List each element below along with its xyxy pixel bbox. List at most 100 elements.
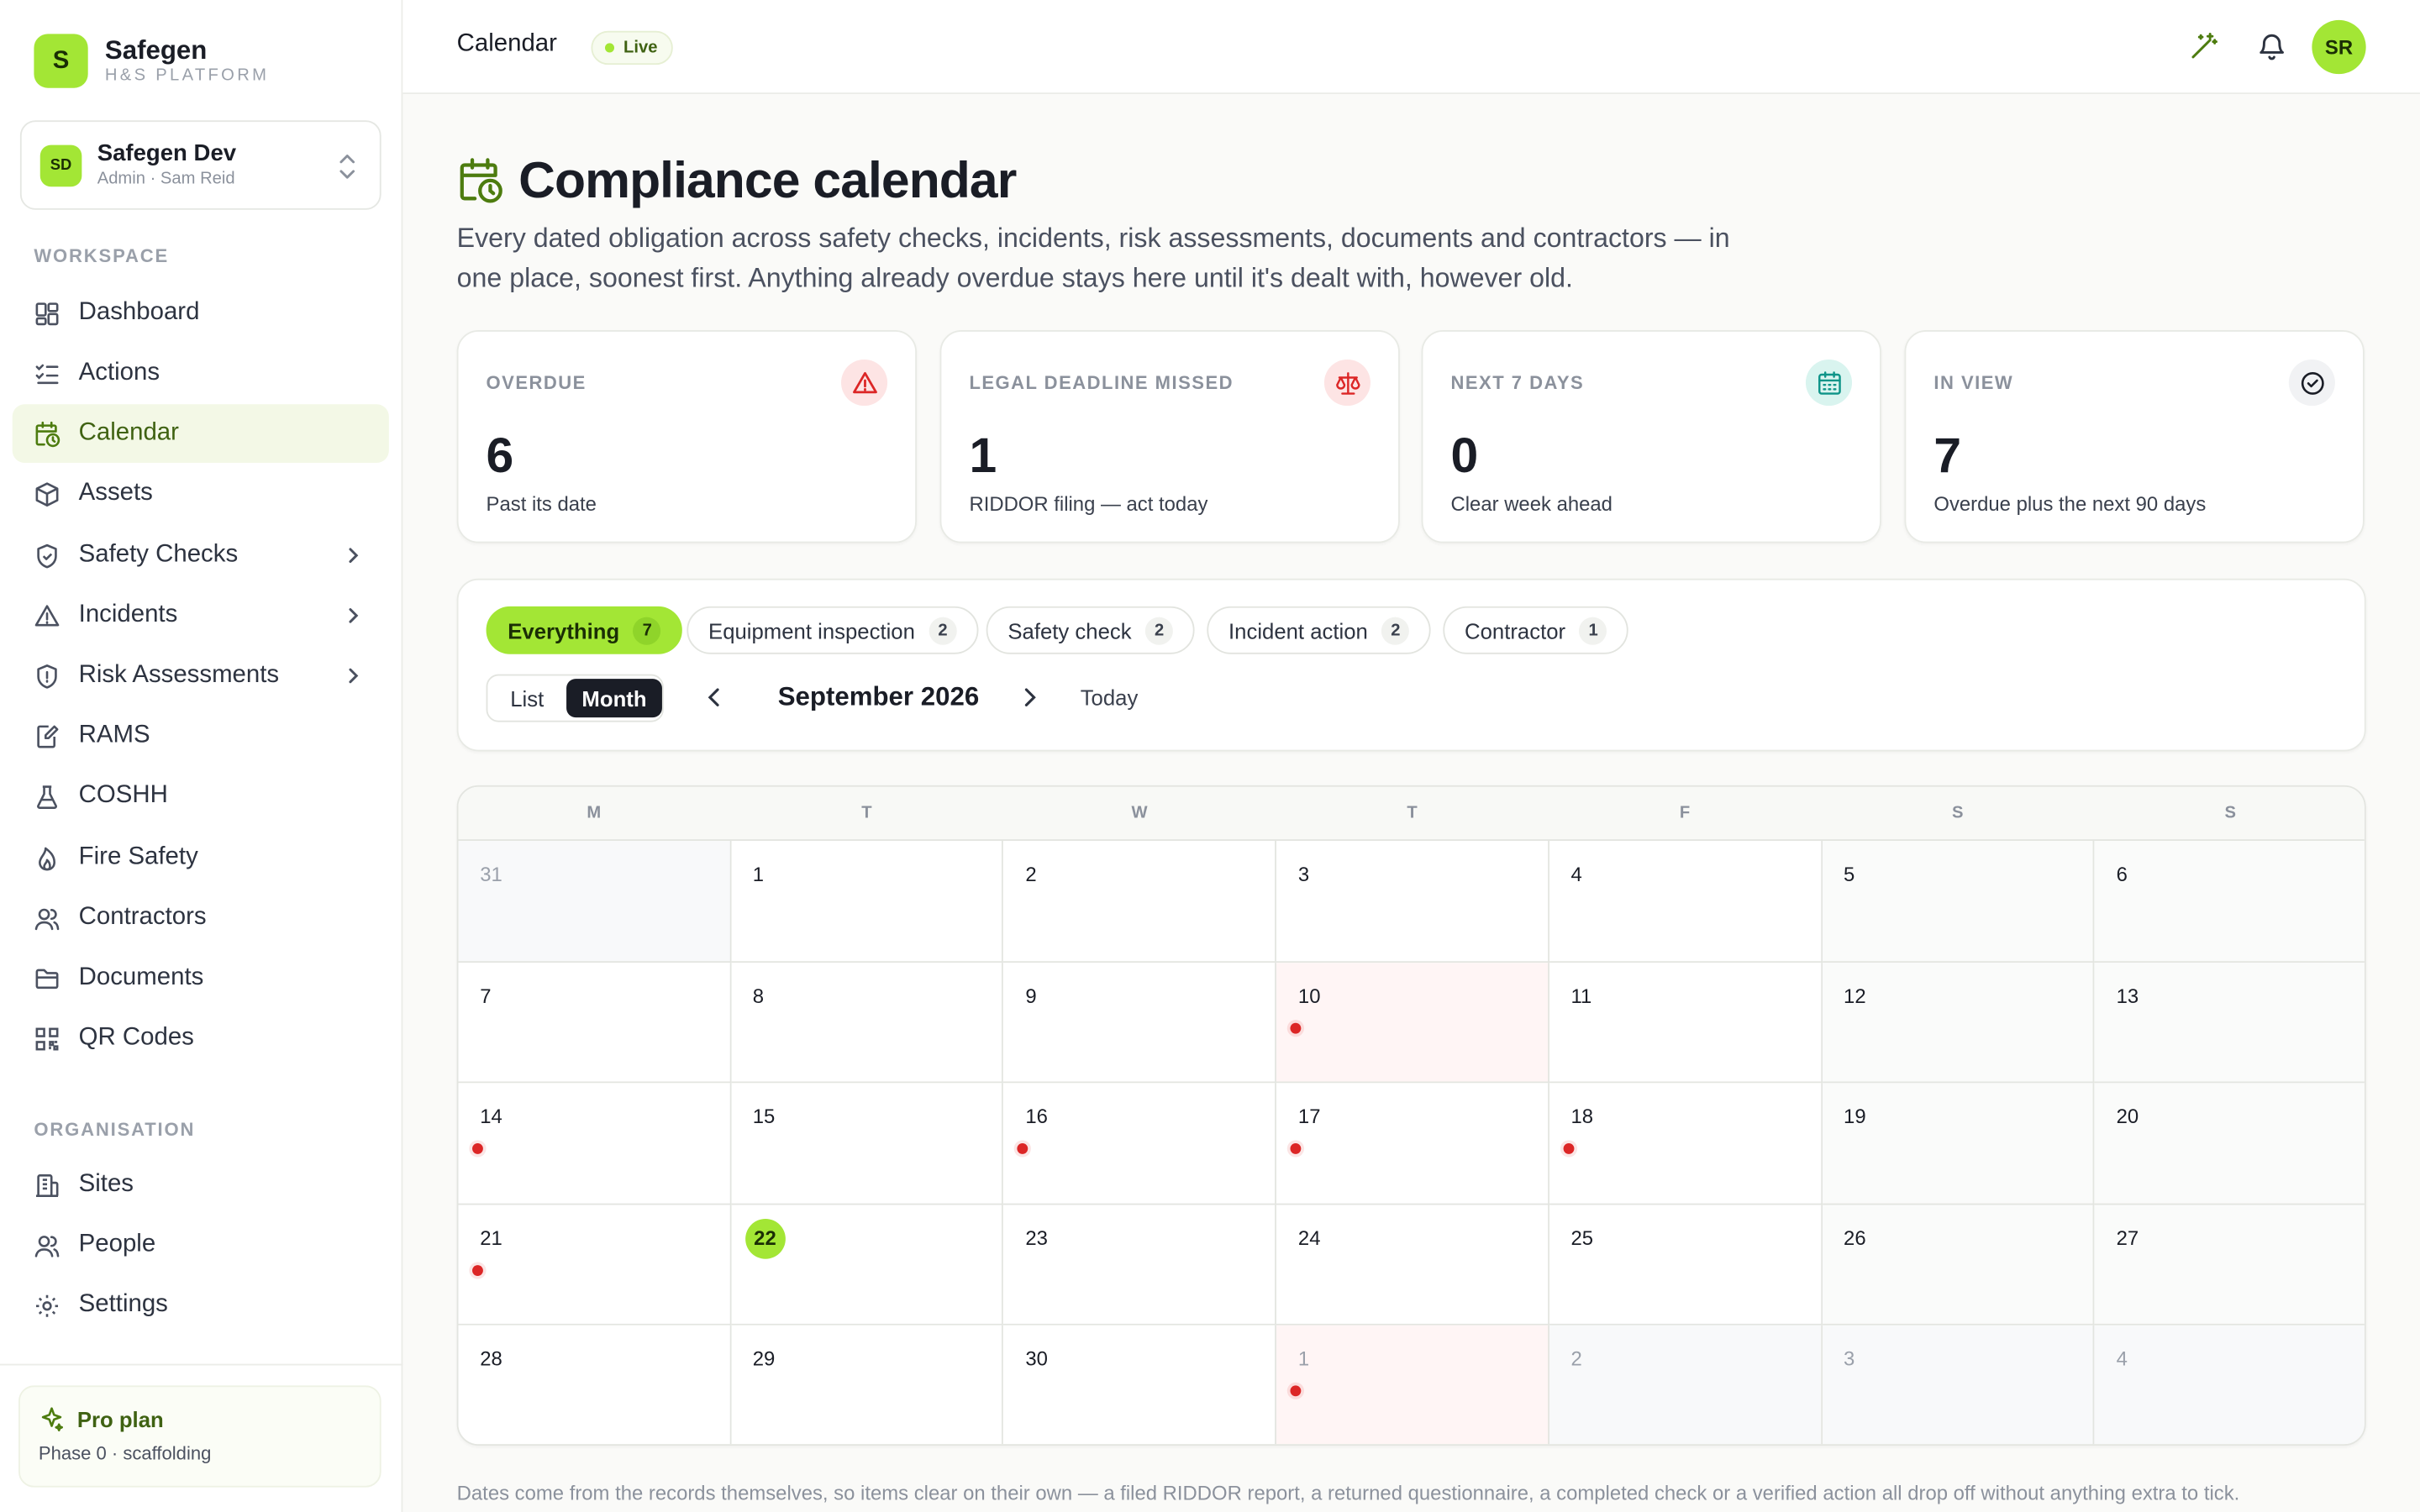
calendar-day-cell[interactable]: 11 xyxy=(1549,962,1823,1084)
date-number: 5 xyxy=(1844,862,1855,886)
sidebar-item-coshh[interactable]: COSHH xyxy=(13,767,389,826)
calendar-day-cell[interactable]: 26 xyxy=(1822,1205,2095,1326)
calendar-day-cell[interactable]: 23 xyxy=(1003,1205,1277,1326)
date-number: 12 xyxy=(1844,984,1866,1007)
calendar-month-label: September 2026 xyxy=(777,681,980,711)
calendar-day-cell[interactable]: 12 xyxy=(1822,962,2095,1084)
sidebar-item-qr-codes[interactable]: QR Codes xyxy=(13,1009,389,1068)
calendar-day-cell[interactable]: 29 xyxy=(731,1326,1004,1445)
calendar-day-cell[interactable]: 25 xyxy=(1549,1205,1823,1326)
calendar-day-cell[interactable]: 21 xyxy=(458,1205,732,1326)
calendar-day-cell[interactable]: 7 xyxy=(458,962,732,1084)
calendar-day-cell[interactable]: 10 xyxy=(1276,962,1549,1084)
brand[interactable]: S Safegen H&S PLATFORM xyxy=(34,34,270,88)
calendar-day-cell[interactable]: 9 xyxy=(1003,962,1277,1084)
user-avatar[interactable]: SR xyxy=(2312,19,2366,75)
filter-chip-equipment-inspection[interactable]: Equipment inspection 2 xyxy=(687,606,979,654)
filter-chip-contractor[interactable]: Contractor 1 xyxy=(1443,606,1629,654)
calendar-day-cell[interactable]: 22 xyxy=(731,1205,1004,1326)
sidebar-item-people[interactable]: People xyxy=(13,1215,389,1274)
event-dot-icon[interactable] xyxy=(1290,1021,1302,1033)
calendar-day-cell[interactable]: 17 xyxy=(1276,1083,1549,1205)
calendar-day-cell[interactable]: 6 xyxy=(2094,841,2365,963)
brand-subtitle: H&S PLATFORM xyxy=(104,66,270,86)
chevron-right-icon xyxy=(349,548,359,564)
chevron-right-icon[interactable] xyxy=(1017,685,1041,709)
filter-chip-safety-check[interactable]: Safety check 2 xyxy=(986,606,1195,654)
sidebar-item-label: Fire Safety xyxy=(78,843,198,870)
view-list-button[interactable]: List xyxy=(491,679,563,717)
filter-chip-everything[interactable]: Everything 7 xyxy=(486,606,683,654)
calendar-day-cell[interactable]: 31 xyxy=(458,841,732,963)
event-dot-icon[interactable] xyxy=(1563,1143,1575,1155)
calendar-day-cell[interactable]: 30 xyxy=(1003,1326,1277,1445)
today-button[interactable]: Today xyxy=(1081,685,1139,709)
calendar-clock-icon xyxy=(460,158,502,203)
calendar-day-cell[interactable]: 15 xyxy=(731,1083,1004,1205)
calendar-weekday-header: MTWTFSS xyxy=(458,786,2365,842)
view-month-button[interactable]: Month xyxy=(566,679,662,718)
chevron-right-icon xyxy=(349,608,359,623)
sidebar-item-label: Safety Checks xyxy=(78,541,239,568)
page-title: Compliance calendar xyxy=(518,150,1017,208)
calendar-day-cell[interactable]: 5 xyxy=(1822,841,2095,963)
sidebar-item-fire-safety[interactable]: Fire Safety xyxy=(13,828,389,887)
bell-icon[interactable] xyxy=(2256,31,2287,62)
calendar-day-cell[interactable]: 24 xyxy=(1276,1205,1549,1326)
magic-wand-icon[interactable] xyxy=(2188,31,2219,62)
date-number: 10 xyxy=(1297,984,1321,1007)
calendar-day-cell[interactable]: 18 xyxy=(1549,1083,1823,1205)
stat-card-legal-deadline[interactable]: LEGAL DEADLINE MISSED 1 RIDDOR filing — … xyxy=(939,330,1400,543)
stat-card-next-7-days[interactable]: NEXT 7 DAYS 0 Clear week ahead xyxy=(1421,330,1881,543)
calendar-day-cell[interactable]: 28 xyxy=(458,1326,732,1445)
sidebar-item-actions[interactable]: Actions xyxy=(13,344,389,403)
calendar-day-cell[interactable]: 27 xyxy=(2094,1205,2365,1326)
calendar-day-cell[interactable]: 1 xyxy=(1276,1326,1549,1445)
stat-card-overdue[interactable]: OVERDUE 6 Past its date xyxy=(456,330,917,543)
calendar-day-cell[interactable]: 4 xyxy=(2094,1326,2365,1445)
sidebar-item-dashboard[interactable]: Dashboard xyxy=(13,284,389,343)
stat-card-in-view[interactable]: IN VIEW 7 Overdue plus the next 90 days xyxy=(1904,330,2365,543)
calendar-day-cell[interactable]: 2 xyxy=(1549,1326,1823,1445)
stat-label: OVERDUE xyxy=(486,371,587,394)
plan-card[interactable]: Pro plan Phase 0 · scaffolding xyxy=(18,1385,381,1488)
weekday-label: S xyxy=(2224,803,2238,822)
calendar-day-cell[interactable]: 20 xyxy=(2094,1083,2365,1205)
sidebar-item-sites[interactable]: Sites xyxy=(13,1156,389,1215)
calendar-day-cell[interactable]: 19 xyxy=(1822,1083,2095,1205)
sidebar-item-incidents[interactable]: Incidents xyxy=(13,586,389,645)
event-dot-icon[interactable] xyxy=(1018,1143,1029,1155)
sidebar-item-contractors[interactable]: Contractors xyxy=(13,889,389,948)
sidebar-item-rams[interactable]: RAMS xyxy=(13,706,389,765)
calendar-day-cell[interactable]: 1 xyxy=(731,841,1004,963)
calendar-day-cell[interactable]: 3 xyxy=(1276,841,1549,963)
sidebar-item-calendar[interactable]: Calendar xyxy=(12,404,389,464)
sidebar-item-documents[interactable]: Documents xyxy=(13,949,389,1008)
date-number: 15 xyxy=(752,1105,776,1128)
stat-value: 6 xyxy=(486,427,514,483)
stat-label: NEXT 7 DAYS xyxy=(1450,371,1585,394)
filter-chip-incident-action[interactable]: Incident action 2 xyxy=(1207,606,1432,654)
sidebar-item-safety-checks[interactable]: Safety Checks xyxy=(13,526,389,585)
calendar-day-cell[interactable]: 2 xyxy=(1003,841,1277,963)
scales-icon xyxy=(1335,371,1360,394)
event-dot-icon[interactable] xyxy=(1290,1143,1302,1155)
sidebar-item-risk-assessments[interactable]: Risk Assessments xyxy=(13,647,389,706)
calendar-day-cell[interactable]: 13 xyxy=(2094,962,2365,1084)
chevron-left-icon[interactable] xyxy=(702,685,727,709)
event-dot-icon[interactable] xyxy=(472,1143,483,1155)
calendar-day-cell[interactable]: 14 xyxy=(458,1083,732,1205)
event-dot-icon[interactable] xyxy=(472,1264,483,1276)
workspace-switcher[interactable]: SD Safegen Dev Admin · Sam Reid xyxy=(19,120,381,210)
calendar-day-cell[interactable]: 8 xyxy=(731,962,1004,1084)
sidebar-item-assets[interactable]: Assets xyxy=(13,465,389,523)
nav-heading-organisation: ORGANISATION xyxy=(34,1118,196,1141)
event-dot-icon[interactable] xyxy=(1290,1386,1302,1397)
calendar-day-cell[interactable]: 3 xyxy=(1822,1326,2095,1445)
calendar-day-cell[interactable]: 4 xyxy=(1549,841,1823,963)
chip-label: Everything xyxy=(508,617,620,643)
date-number: 1 xyxy=(752,862,765,886)
date-number: 30 xyxy=(1025,1347,1048,1371)
sidebar-item-settings[interactable]: Settings xyxy=(13,1276,389,1335)
calendar-day-cell[interactable]: 16 xyxy=(1003,1083,1277,1205)
